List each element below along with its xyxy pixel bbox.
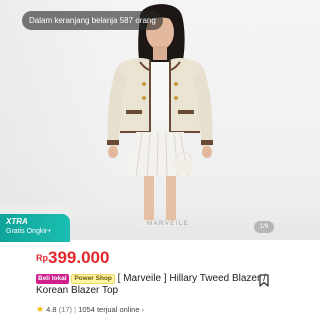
rating-value: 4.8 (46, 305, 57, 314)
image-page-indicator: 1/9 (254, 221, 274, 233)
product-title-row: Beli lokal Power Shop [ Marveile ] Hilla… (36, 273, 280, 297)
chevron-right-icon: › (141, 305, 145, 314)
cart-count-badge: Dalam keranjang belanja 587 orang (22, 11, 163, 30)
price-currency: Rp (36, 253, 48, 263)
review-count: (17) (58, 305, 73, 314)
product-price: Rp399.000 (36, 248, 109, 268)
free-shipping-promo[interactable]: XTRA Gratis Ongkir+ (0, 214, 70, 242)
price-value: 399.000 (48, 248, 110, 267)
sold-count: 1054 terjual online (78, 305, 140, 314)
beli-lokal-badge: Beli lokal (36, 274, 69, 284)
cart-badge-count: 587 (119, 16, 134, 25)
shipping-label: Gratis Ongkir+ (6, 228, 52, 235)
brand-watermark: MARVEILE (147, 221, 190, 227)
product-stats[interactable]: ★ 4.8 (17) | 1054 terjual online › (36, 304, 144, 315)
product-image-carousel[interactable]: Dalam keranjang belanja 587 orang MARVEI… (0, 0, 320, 240)
power-shop-badge: Power Shop (71, 274, 115, 284)
star-icon: ★ (36, 304, 45, 314)
bookmark-icon[interactable] (259, 274, 269, 287)
cart-badge-prefix: Dalam keranjang belanja (29, 16, 118, 25)
separator-dot: | (74, 305, 77, 314)
cart-badge-suffix: orang (135, 16, 156, 25)
xtra-label: XTRA (6, 217, 28, 226)
product-model-illustration (107, 4, 213, 226)
